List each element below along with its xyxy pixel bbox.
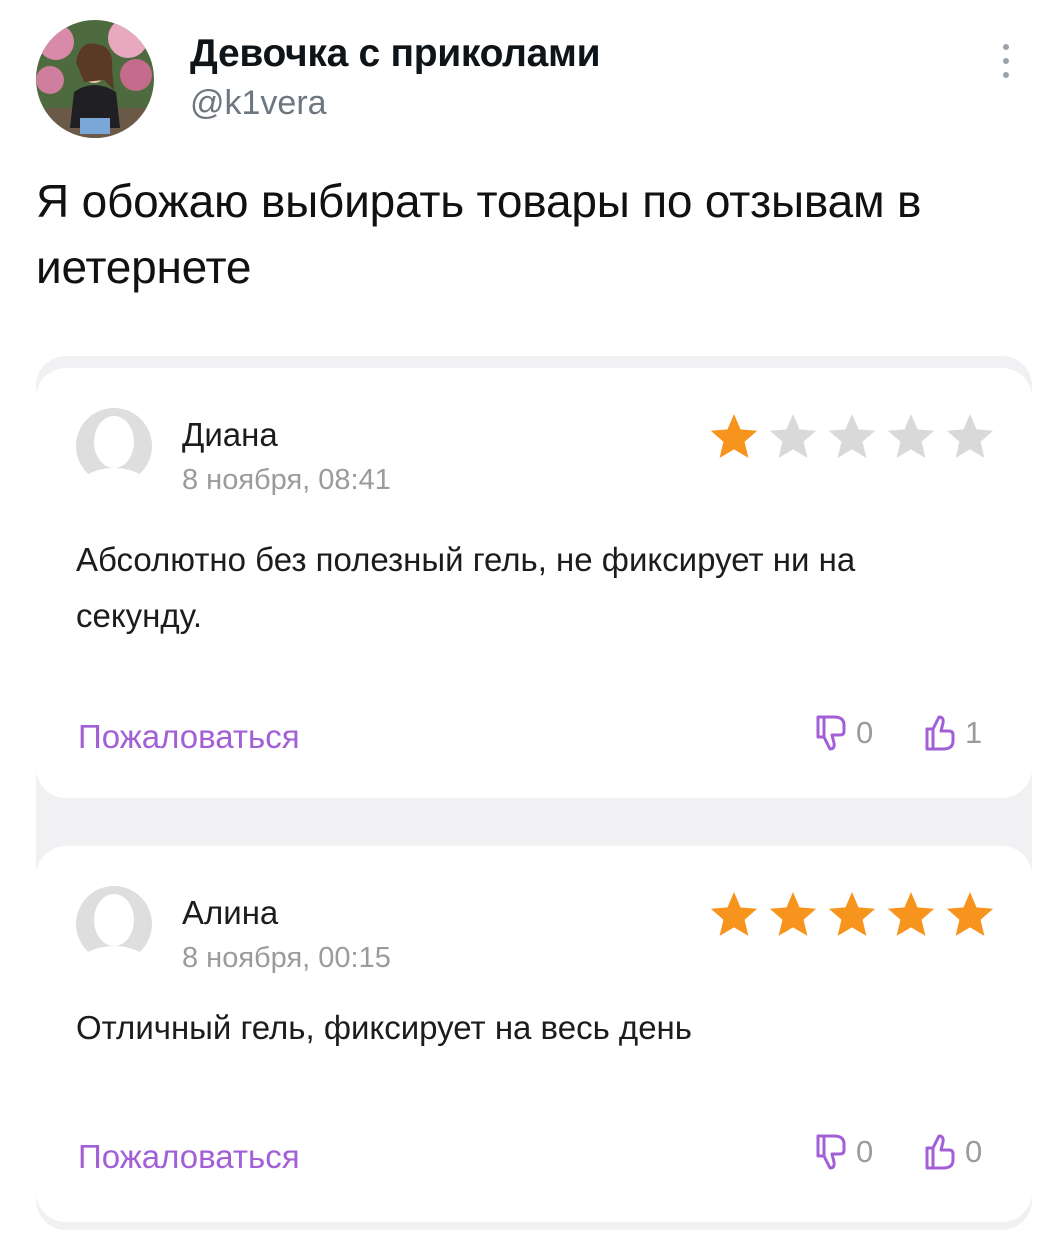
star-icon [887, 892, 935, 936]
dislike-count: 0 [856, 715, 874, 750]
reviewer-name: Диана [182, 416, 278, 453]
user-placeholder-icon [76, 886, 152, 962]
review-card: Диана 8 ноября, 08:41 Абсолютно без поле… [36, 368, 1032, 798]
review-text: Отличный гель, фиксирует на весь день [76, 1009, 692, 1046]
like-button[interactable]: 0 [923, 1132, 982, 1172]
review-text: Абсолютно без полезный гель, не фиксируе… [76, 541, 856, 634]
review-date: 8 ноября, 00:15 [182, 942, 391, 974]
user-placeholder-icon [76, 408, 152, 484]
author-avatar[interactable] [36, 20, 154, 138]
tweet-header: Девочка с приколами @k1vera [36, 20, 1026, 145]
review-card: Алина 8 ноября, 00:15 Отличный гель, фик… [36, 846, 1032, 1222]
star-rating [706, 888, 998, 942]
review-date: 8 ноября, 08:41 [182, 464, 391, 496]
tweet-text: Я обожаю выбирать товары по отзывам в ие… [36, 175, 922, 293]
author-display-name[interactable]: Девочка с приколами [190, 32, 601, 76]
star-icon [710, 414, 758, 458]
reviews-screenshot: Диана 8 ноября, 08:41 Абсолютно без поле… [36, 356, 1032, 1230]
star-icon [828, 892, 876, 936]
thumbs-down-icon [816, 715, 846, 751]
star-icon [769, 414, 817, 458]
thumbs-up-icon [925, 715, 955, 751]
report-link[interactable]: Пожаловаться [78, 1138, 300, 1176]
star-rating [706, 410, 998, 464]
thumbs-down-icon [816, 1134, 846, 1170]
star-icon [828, 414, 876, 458]
star-icon [769, 892, 817, 936]
like-button[interactable]: 1 [923, 713, 982, 753]
more-vertical-icon[interactable] [991, 44, 1021, 94]
reviewer-name: Алина [182, 894, 279, 931]
star-icon [946, 892, 994, 936]
dislike-button[interactable]: 0 [814, 713, 873, 753]
star-icon [946, 414, 994, 458]
star-icon [887, 414, 935, 458]
thumbs-up-icon [925, 1134, 955, 1170]
author-handle[interactable]: @k1vera [190, 84, 327, 123]
dislike-button[interactable]: 0 [814, 1132, 873, 1172]
like-count: 1 [965, 715, 983, 750]
dislike-count: 0 [856, 1134, 874, 1169]
star-icon [710, 892, 758, 936]
like-count: 0 [965, 1134, 983, 1169]
report-link[interactable]: Пожаловаться [78, 718, 300, 756]
